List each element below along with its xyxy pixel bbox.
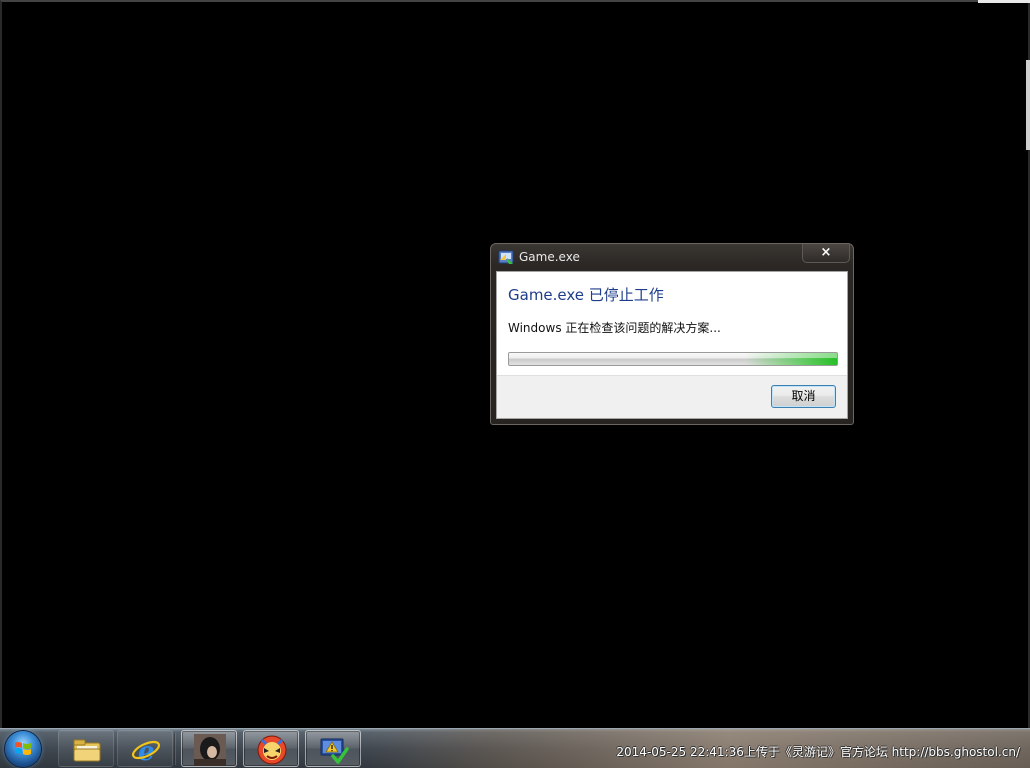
dialog-footer: 取消 xyxy=(497,375,847,418)
taskbar-ie-button[interactable]: e xyxy=(117,730,173,767)
close-icon: × xyxy=(820,245,832,260)
taskbar-game-button[interactable] xyxy=(243,730,299,767)
windows-logo-icon xyxy=(15,742,31,755)
game-icon xyxy=(257,735,287,765)
dialog-heading: Game.exe 已停止工作 xyxy=(508,286,664,304)
dialog-message: Windows 正在检查该问题的解决方案... xyxy=(508,321,721,335)
progress-bar xyxy=(508,352,838,366)
windows-orb-icon xyxy=(5,731,41,767)
desktop: Game.exe × Game.exe 已停止工作 Windows 正在检查该问… xyxy=(0,0,1030,768)
folder-icon xyxy=(73,739,101,762)
avatar-icon xyxy=(194,734,226,766)
start-button[interactable] xyxy=(3,730,43,768)
taskbar-separator xyxy=(174,733,176,765)
warning-shield-icon xyxy=(320,738,349,764)
window-edge xyxy=(978,0,1030,3)
dialog-titlebar[interactable]: Game.exe × xyxy=(491,244,853,270)
close-button[interactable]: × xyxy=(802,244,850,263)
taskbar-error-report-button[interactable] xyxy=(305,730,361,767)
dialog-title: Game.exe xyxy=(519,250,580,264)
cancel-button[interactable]: 取消 xyxy=(771,385,836,408)
upload-watermark: 2014-05-25 22:41:36上传于《灵游记》官方论坛 http://b… xyxy=(616,745,1020,759)
ie-icon: e xyxy=(131,737,161,766)
error-dialog: Game.exe × Game.exe 已停止工作 Windows 正在检查该问… xyxy=(490,243,854,425)
taskbar-avatar-button[interactable] xyxy=(181,730,237,767)
app-icon xyxy=(498,250,514,264)
scrollbar-edge xyxy=(1026,60,1030,150)
dialog-content: Game.exe 已停止工作 Windows 正在检查该问题的解决方案... 取… xyxy=(496,271,848,419)
taskbar-explorer-button[interactable] xyxy=(58,730,114,767)
taskbar: e 2014-05-25 22:41:36上传于《灵游记》官方论坛 http:/… xyxy=(0,728,1030,768)
progress-indicator xyxy=(509,353,837,365)
